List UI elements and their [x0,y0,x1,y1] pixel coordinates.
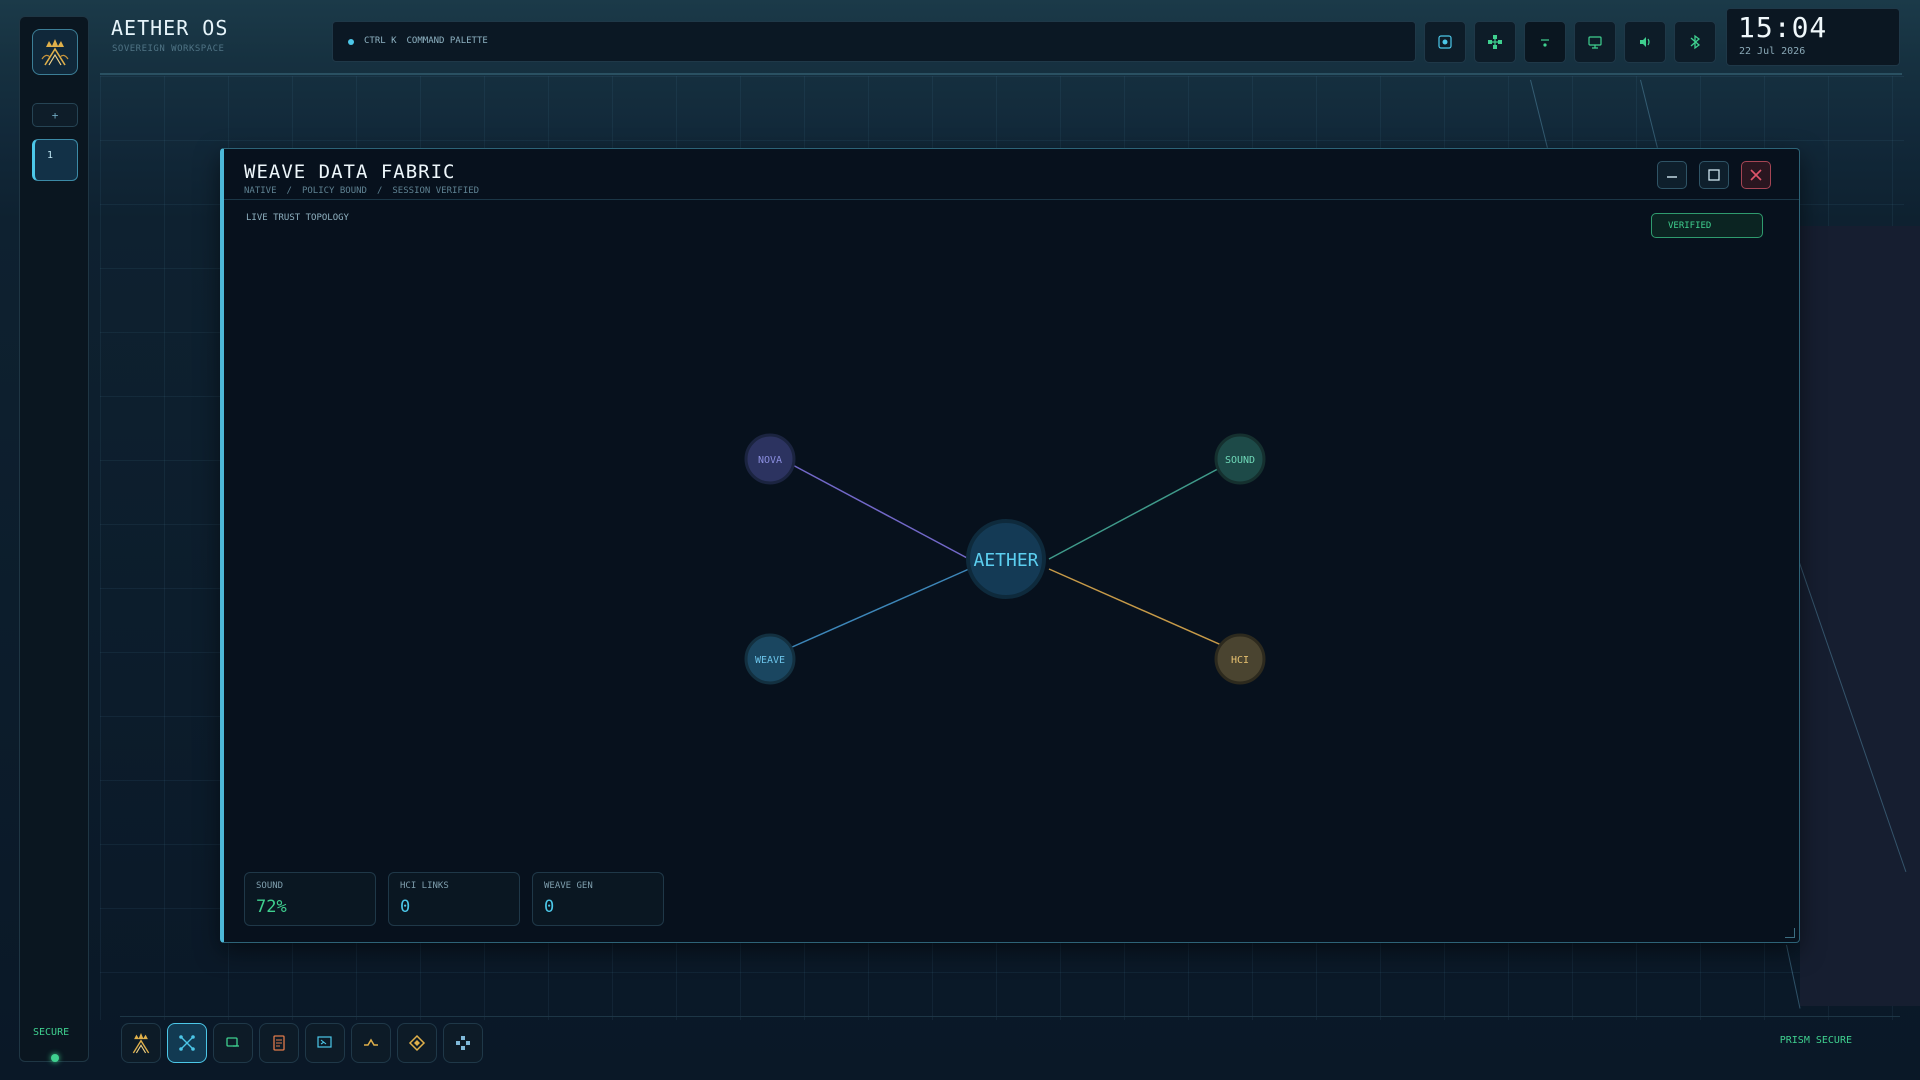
command-shortcut: CTRL K [364,36,397,46]
taskbar: PRISM SECURE [120,1016,1900,1066]
node-sound-label: SOUND [1225,455,1255,466]
taskbar-weave-app[interactable] [167,1023,207,1063]
link-sound [1048,454,1245,560]
monitor-icon [317,1036,332,1048]
link-weave [773,568,970,656]
network-icon [456,1036,470,1050]
node-weave-label: WEAVE [755,655,785,666]
command-label: COMMAND PALETTE [406,36,488,46]
link-nova [773,454,970,560]
taskbar-diamond-app[interactable] [397,1023,437,1063]
prism-secure-status: PRISM SECURE [1779,1035,1852,1046]
taskbar-terminal-app[interactable] [213,1023,253,1063]
volume-icon [1640,37,1650,47]
node-nova-label: NOVA [758,455,782,466]
header-divider [100,73,1902,75]
node-nova[interactable]: NOVA [744,433,796,485]
secure-status-label: SECURE [33,1027,70,1038]
stat-weave-gen: WEAVE GEN 0 [532,872,664,926]
bluetooth-button[interactable] [1674,21,1716,63]
stat-label: WEAVE GEN [544,881,593,891]
taskbar-aether-logo[interactable] [121,1023,161,1063]
wifi-button[interactable] [1524,21,1566,63]
node-aether[interactable]: AETHER [966,519,1046,599]
node-hci[interactable]: HCI [1214,633,1266,685]
volume-button[interactable] [1624,21,1666,63]
resize-handle[interactable] [1785,928,1795,938]
node-sound[interactable]: SOUND [1214,433,1266,485]
document-icon [273,1035,285,1051]
link-hci [1048,568,1245,656]
add-workspace-button[interactable]: + [32,103,78,127]
stat-value: 0 [400,897,411,917]
taskbar-network-app[interactable] [443,1023,483,1063]
pulse-icon [364,1038,378,1046]
stat-value: 0 [544,897,555,917]
command-palette[interactable]: CTRL K COMMAND PALETTE [332,21,1416,62]
wifi-icon [1541,39,1549,47]
bluetooth-icon [1690,34,1701,50]
crown-icon [41,39,69,66]
screenshot-icon [1438,35,1452,49]
screenshot-button[interactable] [1424,21,1466,63]
display-icon [1588,36,1602,49]
left-dock: + 1 SECURE [19,16,89,1062]
stat-value: 72% [256,897,287,917]
stat-sound: SOUND 72% [244,872,376,926]
node-weave[interactable]: WEAVE [744,633,796,685]
trust-topology-graph: NOVA SOUND WEAVE HCI AETHER [744,433,1266,685]
taskbar-document-app[interactable] [259,1023,299,1063]
diamond-icon [408,1034,426,1052]
workspace-1-button[interactable]: 1 [32,139,78,181]
stat-hci-links: HCI LINKS 0 [388,872,520,926]
os-title: AETHER OS [111,16,229,40]
weave-icon [179,1035,195,1051]
clock-time: 15:04 [1738,11,1828,44]
weave-data-fabric-window: WEAVE DATA FABRIC NATIVE / POLICY BOUND … [220,148,1800,943]
stat-label: SOUND [256,881,284,891]
os-subtitle: SOVEREIGN WORKSPACE [112,44,225,54]
command-dot-icon [348,39,354,45]
network-button[interactable] [1474,21,1516,63]
aether-logo-button[interactable] [32,29,78,75]
node-hci-label: HCI [1231,655,1249,666]
terminal-icon [226,1037,239,1047]
network-icon [1488,35,1502,49]
display-button[interactable] [1574,21,1616,63]
aether-logo-icon [132,1033,150,1054]
clock-widget[interactable]: 15:04 22 Jul 2026 [1726,8,1900,66]
secure-indicator-dot [51,1054,59,1062]
taskbar-monitor-app[interactable] [305,1023,345,1063]
clock-date: 22 Jul 2026 [1739,46,1806,57]
node-aether-label: AETHER [973,550,1038,571]
taskbar-pulse-app[interactable] [351,1023,391,1063]
stat-label: HCI LINKS [400,881,449,891]
